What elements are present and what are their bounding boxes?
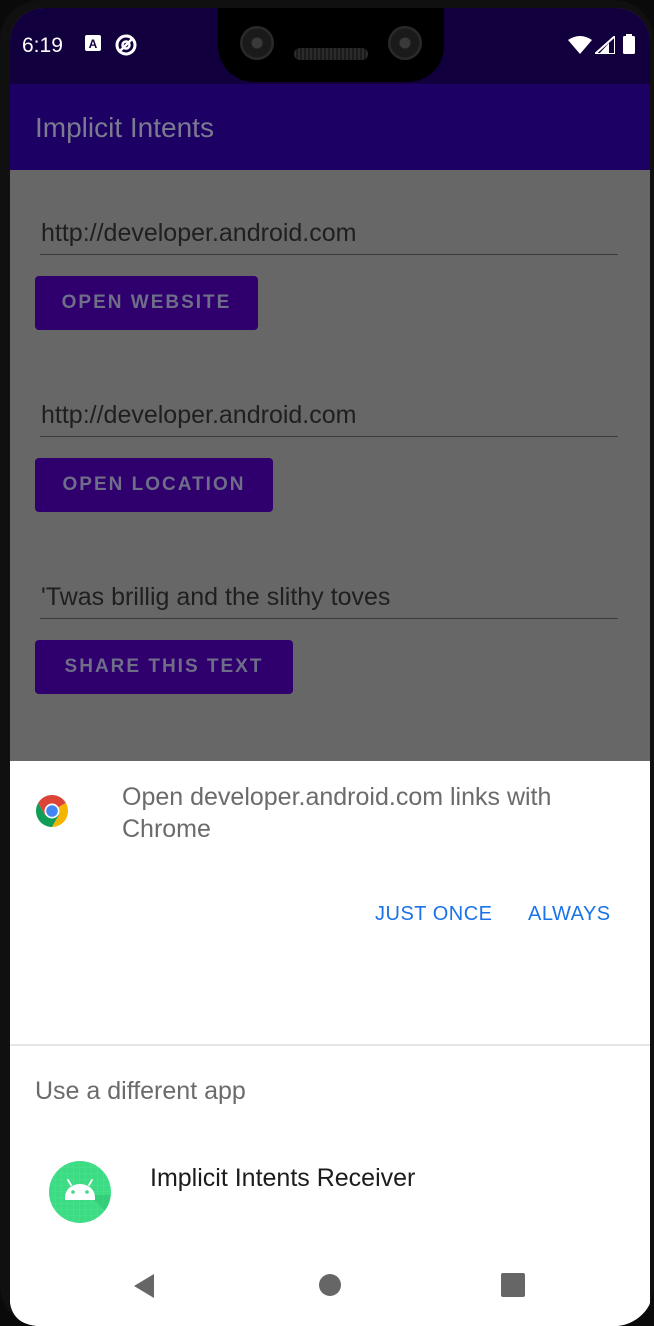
- main-content: http://developer.android.com OPEN WEBSIT…: [10, 170, 650, 770]
- sheet-divider: [10, 1044, 650, 1046]
- at-sign-icon: [114, 34, 138, 61]
- open-website-button[interactable]: OPEN WEBSITE: [35, 276, 258, 330]
- location-value: http://developer.android.com: [41, 401, 357, 429]
- wifi-icon: [568, 36, 592, 59]
- app-list-item-label: Implicit Intents Receiver: [150, 1164, 416, 1192]
- front-sensor: [388, 26, 422, 60]
- navigation-bar: [10, 1248, 650, 1326]
- open-location-button[interactable]: OPEN LOCATION: [35, 458, 273, 512]
- earpiece-speaker: [294, 48, 368, 60]
- cell-signal-icon: [592, 33, 616, 59]
- app-title: Implicit Intents: [35, 112, 214, 143]
- share-text-value: 'Twas brillig and the slithy toves: [41, 583, 391, 611]
- app-chooser-sheet: Open developer.android.com links with Ch…: [10, 761, 650, 1326]
- a-notification-icon: A: [84, 34, 102, 57]
- app-bar: Implicit Intents: [10, 84, 650, 170]
- back-icon[interactable]: [132, 1272, 156, 1305]
- recents-icon[interactable]: [501, 1273, 525, 1302]
- battery-icon: [623, 34, 635, 59]
- just-once-button[interactable]: JUST ONCE: [375, 903, 492, 926]
- chrome-icon: [34, 793, 70, 834]
- share-text-button[interactable]: SHARE THIS TEXT: [35, 640, 293, 694]
- website-url-field[interactable]: http://developer.android.com: [40, 204, 618, 255]
- always-button[interactable]: ALWAYS: [528, 903, 611, 926]
- location-field[interactable]: http://developer.android.com: [40, 386, 618, 437]
- svg-text:A: A: [89, 37, 98, 51]
- share-text-field[interactable]: 'Twas brillig and the slithy toves: [40, 568, 618, 619]
- different-app-heading: Use a different app: [35, 1077, 246, 1105]
- home-icon[interactable]: [317, 1272, 343, 1303]
- phone-frame: 6:19 A Implicit Intents http://developer…: [0, 0, 654, 1326]
- android-robot-icon: [49, 1161, 111, 1223]
- status-bar: 6:19 A: [10, 8, 650, 84]
- screen: 6:19 A Implicit Intents http://developer…: [10, 8, 650, 1326]
- website-url-value: http://developer.android.com: [41, 219, 357, 247]
- front-camera: [240, 26, 274, 60]
- camera-notch: [218, 8, 444, 82]
- chooser-title: Open developer.android.com links with Ch…: [122, 783, 552, 843]
- status-time: 6:19: [22, 34, 63, 57]
